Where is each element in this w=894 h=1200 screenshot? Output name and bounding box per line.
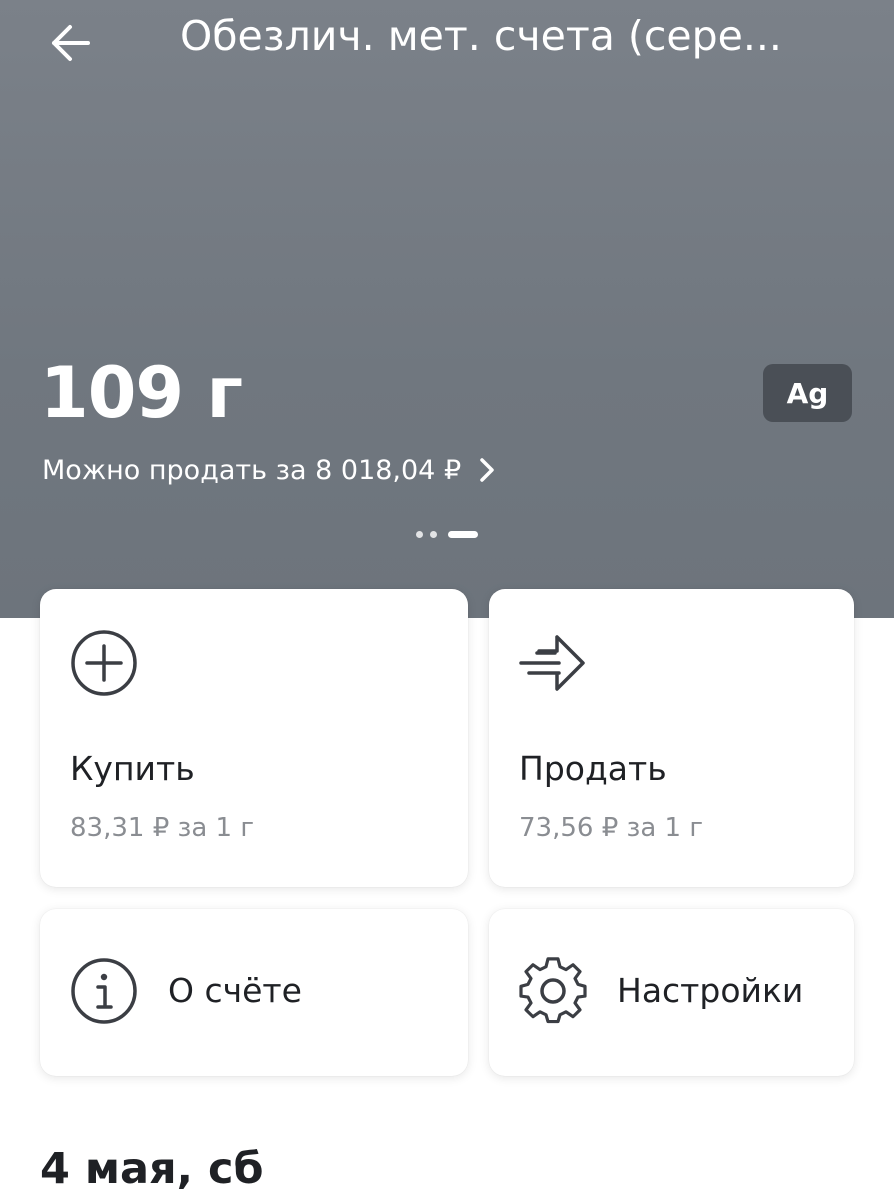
metal-badge: Ag: [763, 364, 852, 422]
buy-price: 83,31 ₽ за 1 г: [70, 813, 254, 843]
page-dot-active: [448, 530, 478, 538]
buy-label: Купить: [70, 749, 195, 788]
buy-button[interactable]: Купить 83,31 ₽ за 1 г: [40, 589, 468, 887]
back-button[interactable]: [42, 18, 98, 68]
sell-label: Продать: [519, 749, 667, 788]
arrow-left-icon: [52, 25, 90, 61]
page-dot: [430, 530, 437, 538]
page-title: Обезлич. мет. счета (сере...: [180, 12, 782, 60]
sell-value-text: Можно продать за 8 018,04 ₽: [42, 454, 462, 486]
settings-button[interactable]: Настройки: [489, 909, 854, 1076]
sell-value-link[interactable]: Можно продать за 8 018,04 ₽: [42, 448, 495, 492]
plus-circle-icon: [71, 630, 137, 696]
gear-icon: [519, 957, 587, 1024]
sell-price: 73,56 ₽ за 1 г: [519, 813, 703, 843]
info-circle-icon: [71, 958, 137, 1024]
settings-label: Настройки: [617, 971, 804, 1010]
about-account-label: О счёте: [168, 971, 302, 1010]
about-account-button[interactable]: О счёте: [40, 909, 468, 1076]
balance-amount: 109 г: [40, 352, 243, 434]
account-header: Обезлич. мет. счета (сере... 109 г Ag Мо…: [0, 0, 894, 618]
history-date-heading: 4 мая, сб: [40, 1144, 264, 1194]
page-indicator: [416, 530, 478, 538]
sell-button[interactable]: Продать 73,56 ₽ за 1 г: [489, 589, 854, 887]
page-dot: [416, 530, 423, 538]
chevron-right-icon: [480, 458, 494, 482]
arrow-send-icon: [519, 635, 585, 691]
